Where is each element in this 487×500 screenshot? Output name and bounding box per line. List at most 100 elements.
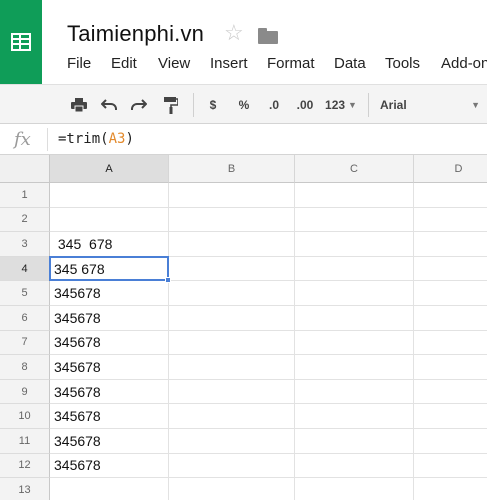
app-header: Taimienphi.vn ☆ File Edit View Insert Fo… [0,0,487,84]
menu-addons[interactable]: Add-on [441,55,487,72]
cell-d12[interactable] [414,454,487,479]
menu-insert[interactable]: Insert [210,55,248,72]
cell-c5[interactable] [295,281,414,306]
row-header-13[interactable]: 13 [0,478,50,500]
row-header-6[interactable]: 6 [0,306,50,331]
cell-d8[interactable] [414,355,487,380]
cell-d6[interactable] [414,306,487,331]
percent-format-button[interactable]: % [235,94,253,116]
font-family-select[interactable]: Arial ▼ [380,94,480,116]
cell-d2[interactable] [414,208,487,233]
row-header-8[interactable]: 8 [0,355,50,380]
cell-a13[interactable] [50,478,169,500]
fill-handle[interactable] [165,277,171,284]
cell-b5[interactable] [169,281,295,306]
menu-format[interactable]: Format [267,55,315,72]
print-button[interactable] [68,94,90,116]
cell-a4[interactable]: 345 678 [50,256,169,282]
cell-c3[interactable] [295,232,414,257]
cell-c12[interactable] [295,453,414,479]
cell-c4[interactable] [295,256,414,282]
increase-decimal-button[interactable]: .00 [293,94,317,116]
cell-a6[interactable]: 345678 [50,306,169,331]
cell-b13[interactable] [169,478,295,500]
cell-a7[interactable]: 345678 [50,330,169,356]
cell-d7[interactable] [414,331,487,356]
folder-icon[interactable] [258,28,278,44]
cell-c11[interactable] [295,429,414,454]
menu-tools[interactable]: Tools [385,55,420,72]
cell-d5[interactable] [414,281,487,306]
column-header-d[interactable]: D [414,155,487,183]
cell-a1[interactable] [50,183,169,208]
cell-a12[interactable]: 345678 [50,453,169,479]
select-all-corner[interactable] [0,155,50,183]
row-header-10[interactable]: 10 [0,404,50,429]
cell-c6[interactable] [295,306,414,331]
redo-button[interactable] [128,94,150,116]
cell-b7[interactable] [169,330,295,356]
cell-c1[interactable] [295,183,414,208]
cell-a2[interactable] [50,207,169,233]
row-header-1[interactable]: 1 [0,183,50,208]
cell-b10[interactable] [169,404,295,429]
cell-c2[interactable] [295,207,414,233]
cell-b11[interactable] [169,429,295,454]
column-header-a[interactable]: A [50,155,169,183]
cell-b2[interactable] [169,207,295,233]
cell-c13[interactable] [295,478,414,500]
cell-d3[interactable] [414,232,487,257]
cell-b6[interactable] [169,306,295,331]
row-header-9[interactable]: 9 [0,379,50,405]
cell-a8[interactable]: 345678 [50,355,169,380]
cell-d10[interactable] [414,404,487,429]
paint-format-button[interactable] [160,94,182,116]
cell-b4[interactable] [169,256,295,282]
cell-d4[interactable] [414,257,487,282]
more-formats-button[interactable]: 123 ▼ [324,94,358,116]
row-header-11[interactable]: 11 [0,429,50,454]
cell-a10[interactable]: 345678 [50,404,169,429]
decrease-decimal-label: .0 [268,98,279,112]
cell-d1[interactable] [414,183,487,208]
formula-input[interactable]: =trim(A3) [58,131,134,147]
row-header-2[interactable]: 2 [0,207,50,233]
row-header-7[interactable]: 7 [0,330,50,356]
cell-a5[interactable]: 345678 [50,281,169,306]
font-family-value: Arial [380,98,407,112]
spreadsheet-grid: ABCD123 345 678 4 345 678 5 345678 6 345678 7 34… [0,155,487,500]
cell-c7[interactable] [295,330,414,356]
toolbar-divider [368,93,369,117]
row-header-4[interactable]: 4 [0,256,50,282]
cell-c10[interactable] [295,404,414,429]
cell-b12[interactable] [169,453,295,479]
menu-file[interactable]: File [67,55,91,72]
column-header-b[interactable]: B [169,155,295,183]
cell-b8[interactable] [169,355,295,380]
cell-c8[interactable] [295,355,414,380]
cell-a3[interactable]: 345 678 [50,232,169,257]
row-header-3[interactable]: 3 [0,232,50,257]
menu-data[interactable]: Data [334,55,366,72]
decrease-decimal-button[interactable]: .0 [263,94,285,116]
cell-d13[interactable] [414,478,487,500]
row-header-5[interactable]: 5 [0,281,50,306]
cell-b3[interactable] [169,232,295,257]
cell-b9[interactable] [169,379,295,405]
cell-a11[interactable]: 345678 [50,429,169,454]
menu-view[interactable]: View [158,55,190,72]
cell-c9[interactable] [295,379,414,405]
currency-format-button[interactable]: $ [205,94,221,116]
cell-a9[interactable]: 345678 [50,379,169,405]
sheets-logo[interactable] [0,0,42,84]
sheets-grid-icon [11,33,31,51]
row-header-12[interactable]: 12 [0,453,50,479]
document-title[interactable]: Taimienphi.vn [67,21,204,47]
cell-b1[interactable] [169,183,295,208]
menu-edit[interactable]: Edit [111,55,137,72]
cell-d11[interactable] [414,429,487,454]
star-icon[interactable]: ☆ [224,22,244,44]
undo-button[interactable] [98,94,120,116]
cell-d9[interactable] [414,380,487,405]
column-header-c[interactable]: C [295,155,414,183]
